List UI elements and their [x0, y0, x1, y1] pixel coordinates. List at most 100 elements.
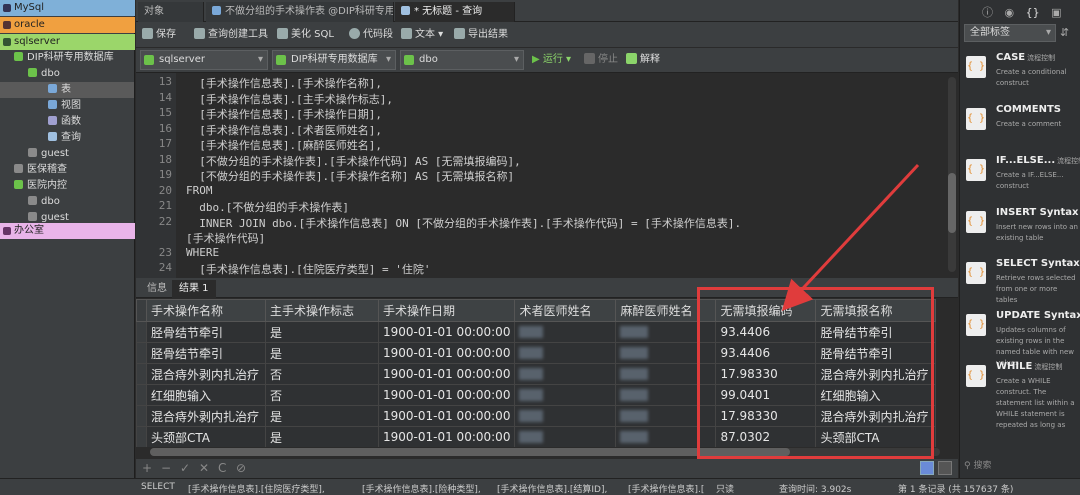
connection-office[interactable]: 办公室 — [0, 223, 135, 239]
form-view-icon[interactable] — [938, 461, 952, 475]
column-header[interactable]: 手术操作日期 — [377, 299, 516, 322]
table-cell[interactable]: 是 — [265, 405, 379, 427]
snippet-tag: 流程控制 — [1057, 157, 1080, 165]
schema-icon — [404, 55, 414, 65]
snippet-button[interactable]: 代码段 — [349, 27, 393, 43]
table-cell[interactable]: 混合痔外剥内扎治疗 — [146, 363, 266, 385]
stop-button[interactable]: 停止 — [584, 52, 618, 68]
export-button[interactable]: 导出结果 — [454, 27, 508, 43]
add-record-icon[interactable]: + — [142, 461, 152, 475]
snippet-item[interactable]: { } WHILE 流程控制 Create a WHILE construct. Th… — [964, 361, 1079, 429]
table-cell[interactable]: 是 — [265, 426, 379, 447]
snippet-search[interactable]: ⚲ 搜索 — [964, 458, 1078, 474]
table-cell[interactable]: 1900-01-01 00:00:00 — [377, 321, 516, 343]
tree-db-internal[interactable]: 医院内控 — [14, 178, 67, 194]
grid-scroll-thumb[interactable] — [150, 448, 790, 456]
snippet-item[interactable]: { } SELECT Syntax Retrieve rows selected f… — [964, 258, 1080, 308]
tree-schema-dbo-2[interactable]: dbo — [28, 194, 60, 210]
image-icon[interactable]: ▣ — [1051, 6, 1061, 19]
discard-changes-icon[interactable]: ✕ — [199, 461, 209, 475]
tree-functions[interactable]: 函数 — [48, 114, 81, 130]
table-cell[interactable]: 1900-01-01 00:00:00 — [377, 426, 516, 447]
row-header[interactable] — [136, 342, 147, 364]
snippet-item[interactable]: { } CASE 流程控制 Create a conditional construc… — [964, 52, 1079, 102]
button-label: 导出结果 — [468, 29, 508, 40]
search-placeholder: 搜索 — [973, 461, 992, 471]
tree-schema-guest[interactable]: guest — [28, 146, 69, 162]
connection-sqlserver[interactable]: sqlserver — [0, 34, 135, 50]
row-header[interactable] — [136, 321, 147, 343]
row-header[interactable] — [136, 384, 147, 406]
connection-mysql[interactable]: MySql — [0, 0, 135, 16]
table-cell[interactable]: 是 — [265, 342, 379, 364]
snippet-item[interactable]: { } IF...ELSE...流程控制 Create a IF...ELSE...… — [964, 155, 1080, 205]
table-cell[interactable]: 1900-01-01 00:00:00 — [377, 363, 516, 385]
text-button[interactable]: 文本 ▾ — [401, 27, 443, 43]
sql-editor[interactable]: 13 14 15 16 17 18 19 20 21 22 23 24 [手术操作信息表].[手术操作… — [136, 72, 958, 278]
snippet-item[interactable]: { } COMMENTS Create a comment — [964, 104, 1079, 154]
connection-toolbar: sqlserver ▾ DIP科研专用数据库 ▾ dbo ▾ ▶ 运行 ▾ 停止 解释 — [136, 48, 958, 72]
table-cell[interactable] — [514, 384, 617, 406]
explain-button[interactable]: 解释 — [626, 52, 660, 68]
query-builder-button[interactable]: 查询创建工具 — [194, 27, 268, 43]
delete-record-icon[interactable]: − — [161, 461, 171, 475]
column-header[interactable]: 手术操作名称 — [146, 299, 266, 322]
schema-select[interactable]: dbo ▾ — [400, 50, 524, 70]
apply-changes-icon[interactable]: ✓ — [180, 461, 190, 475]
tab-objects[interactable]: 对象 — [138, 2, 204, 22]
snippet-tag: 流程控制 — [1027, 54, 1056, 62]
tab-info[interactable]: 信息 — [140, 280, 174, 298]
table-cell[interactable] — [514, 405, 617, 427]
run-button[interactable]: ▶ 运行 ▾ — [532, 52, 571, 68]
table-cell[interactable] — [514, 363, 617, 385]
table-cell[interactable]: 胫骨结节牵引 — [146, 342, 266, 364]
column-header[interactable]: 主手术操作标志 — [265, 299, 379, 322]
info-icon[interactable]: ⓘ — [982, 6, 993, 19]
table-cell[interactable]: 1900-01-01 00:00:00 — [377, 384, 516, 406]
table-cell[interactable] — [514, 342, 617, 364]
tab-table-design[interactable]: 不做分组的手术操作表 @DIP科研专用... — [206, 2, 394, 22]
redacted-name — [519, 389, 544, 401]
row-header[interactable] — [136, 363, 147, 385]
snippet-item[interactable]: { } INSERT Syntax Insert new rows into an … — [964, 207, 1079, 257]
tree-views[interactable]: 视图 — [48, 98, 81, 114]
table-cell[interactable]: 头颈部CTA — [146, 426, 266, 447]
tag-filter-select[interactable]: 全部标签 ▾ — [964, 24, 1056, 42]
table-cell[interactable]: 1900-01-01 00:00:00 — [377, 342, 516, 364]
snippet-title: WHILE 流程控制 — [996, 361, 1063, 372]
row-header[interactable] — [136, 426, 147, 447]
table-cell[interactable]: 胫骨结节牵引 — [146, 321, 266, 343]
editor-scroll-thumb[interactable] — [948, 173, 956, 233]
table-cell[interactable]: 否 — [265, 363, 379, 385]
connection-oracle[interactable]: oracle — [0, 17, 135, 33]
stop-icon[interactable]: ⊘ — [236, 461, 246, 475]
connection-select[interactable]: sqlserver ▾ — [140, 50, 268, 70]
column-header[interactable]: 术者医师姓名 — [514, 299, 617, 322]
tree-db-medicare[interactable]: 医保稽查 — [14, 162, 67, 178]
tab-result-1[interactable]: 结果 1 — [172, 280, 216, 298]
beautify-sql-button[interactable]: 美化 SQL — [277, 27, 334, 43]
database-select[interactable]: DIP科研专用数据库 ▾ — [272, 50, 396, 70]
tree-tables[interactable]: 表 — [0, 82, 134, 98]
table-cell[interactable]: 1900-01-01 00:00:00 — [377, 405, 516, 427]
table-cell[interactable]: 否 — [265, 384, 379, 406]
table-cell[interactable]: 混合痔外剥内扎治疗 — [146, 405, 266, 427]
tab-query[interactable]: * 无标题 - 查询 — [395, 2, 515, 22]
tree-db-dip[interactable]: DIP科研专用数据库 — [14, 50, 114, 66]
beautify-icon — [277, 28, 288, 39]
circle-icon[interactable]: ◉ — [1005, 6, 1015, 19]
refresh-icon[interactable]: C — [218, 461, 226, 475]
code-icon[interactable]: {} — [1026, 6, 1040, 19]
tree-queries[interactable]: 查询 — [48, 130, 81, 146]
save-button[interactable]: 保存 — [142, 27, 176, 43]
connection-label: 办公室 — [14, 225, 44, 236]
grid-view-icon[interactable] — [920, 461, 934, 475]
tree-schema-dbo[interactable]: dbo — [28, 66, 60, 82]
row-header[interactable] — [136, 405, 147, 427]
table-cell[interactable] — [514, 321, 617, 343]
table-cell[interactable] — [514, 426, 617, 447]
snippet-item[interactable]: { } UPDATE Syntax Updates columns of exist… — [964, 310, 1080, 367]
table-cell[interactable]: 是 — [265, 321, 379, 343]
table-cell[interactable]: 红细胞输入 — [146, 384, 266, 406]
sort-icon[interactable]: ⇵ — [1060, 26, 1069, 39]
